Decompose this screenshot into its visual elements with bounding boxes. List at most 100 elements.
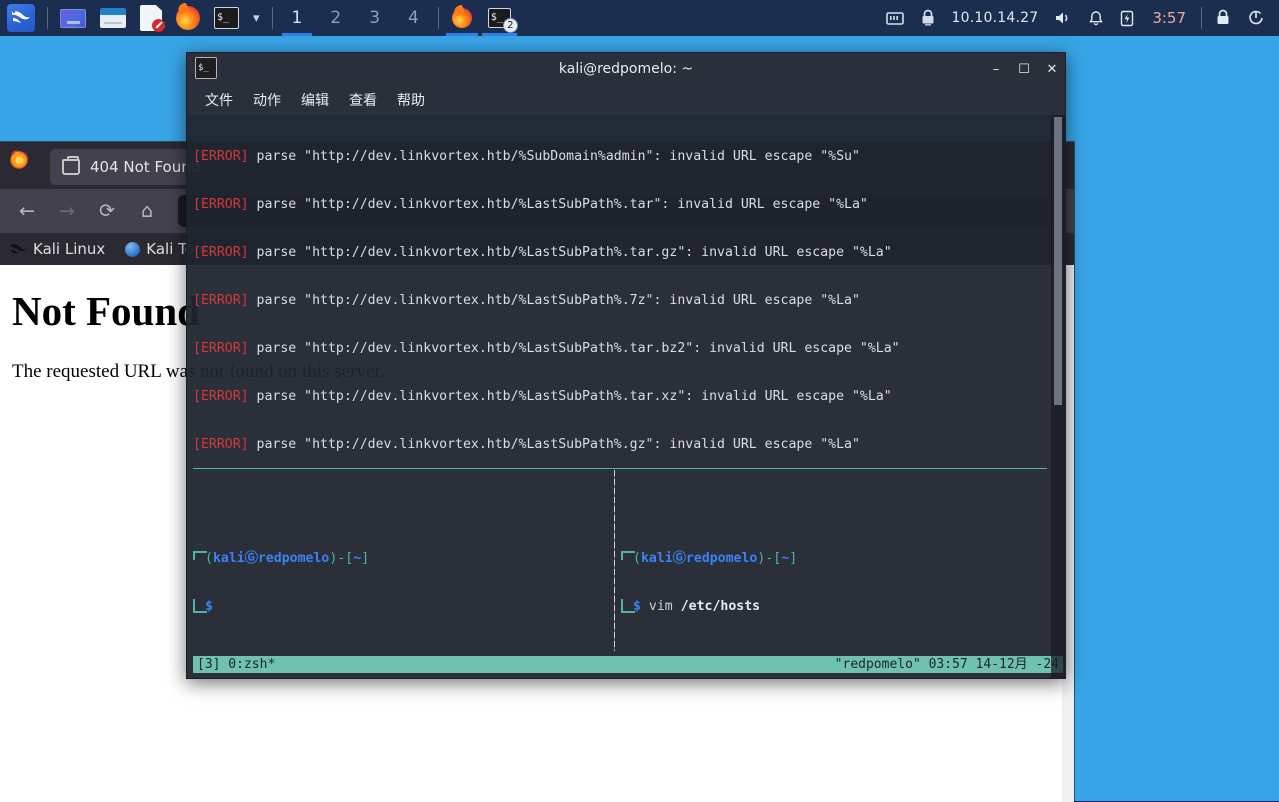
terminal-line: [ERROR] parse "http://dev.linkvortex.htb…: [193, 341, 1047, 357]
firefox-logo-icon: [8, 148, 30, 170]
firefox-launcher-button[interactable]: [169, 0, 207, 36]
terminal-launcher-button[interactable]: $_: [207, 0, 246, 36]
terminal-line: [ERROR] parse "http://dev.linkvortex.htb…: [193, 197, 1047, 213]
network-icon: [886, 11, 904, 26]
kali-tools-icon: [125, 242, 140, 257]
back-button[interactable]: ←: [10, 194, 44, 228]
lock-icon: [1215, 9, 1231, 27]
vpn-button[interactable]: [912, 9, 944, 27]
kali-dragon-icon: [10, 242, 27, 256]
menu-view[interactable]: 查看: [339, 88, 387, 112]
error-tag: [ERROR]: [193, 293, 249, 308]
menu-edit[interactable]: 编辑: [291, 88, 339, 112]
notifications-button[interactable]: [1080, 10, 1112, 27]
prompt-paren: (: [633, 551, 641, 566]
tmux-status-left: [3] 0:zsh*: [197, 656, 275, 673]
network-button[interactable]: [878, 11, 912, 26]
terminal-titlebar[interactable]: $_ kali@redpomelo: ~ – ☐ ✕: [187, 53, 1065, 85]
taskbar: $_ ▾ 1 2 3 4 $_ 2: [0, 0, 1279, 36]
firefox-icon: [176, 6, 200, 30]
bookmark-label: Kali Linux: [33, 240, 105, 258]
page-favicon-icon: [62, 159, 80, 175]
close-button[interactable]: ✕: [1045, 62, 1059, 77]
terminal-body[interactable]: [ERROR] parse "http://dev.linkvortex.htb…: [187, 115, 1065, 678]
prompt-paren: (: [205, 551, 213, 566]
terminal-icon: $_: [214, 7, 239, 29]
prompt-host: redpomelo: [258, 551, 329, 566]
battery-icon: [1120, 10, 1134, 27]
system-tray: 10.10.14.27 3:57: [878, 0, 1279, 36]
volume-button[interactable]: [1046, 10, 1080, 26]
terminal-pane-bottom-left[interactable]: (kaliⒼredpomelo)-[~] $: [193, 487, 608, 650]
firefox-window-button[interactable]: [444, 0, 480, 36]
file-manager-icon: [100, 8, 126, 28]
home-button[interactable]: ⌂: [130, 194, 164, 228]
error-text: parse "http://dev.linkvortex.htb/%LastSu…: [249, 245, 892, 260]
pane-vertical-divider[interactable]: [614, 470, 615, 651]
text-editor-icon: [140, 5, 162, 31]
terminal-line: [ERROR] parse "http://dev.linkvortex.htb…: [193, 293, 1047, 309]
forward-button[interactable]: →: [50, 194, 84, 228]
window-controls: – ☐ ✕: [989, 53, 1059, 85]
taskbar-separator: [47, 7, 48, 29]
terminal-line: [ERROR] parse "http://dev.linkvortex.htb…: [193, 437, 1047, 453]
terminal-window[interactable]: $_ kali@redpomelo: ~ – ☐ ✕ 文件 动作 编辑 查看 帮…: [186, 52, 1066, 679]
logout-button[interactable]: [1239, 9, 1273, 27]
terminal-menubar: 文件 动作 编辑 查看 帮助: [187, 85, 1065, 115]
prompt-user: kali: [641, 551, 673, 566]
tmux-status-right: "redpomelo" 03:57 14-12月 -24: [835, 656, 1059, 673]
taskbar-separator: [438, 7, 439, 29]
pane-horizontal-divider[interactable]: [193, 468, 1047, 469]
lock-button[interactable]: [1207, 9, 1239, 27]
error-text: parse "http://dev.linkvortex.htb/%LastSu…: [249, 197, 868, 212]
workspace-4[interactable]: 4: [394, 0, 433, 36]
reload-button[interactable]: ⟳: [90, 194, 124, 228]
volume-icon: [1054, 10, 1072, 26]
power-logout-icon: [1247, 9, 1265, 27]
shell-prompt: (kaliⒼredpomelo)-[~] $: [193, 519, 608, 647]
prompt-user: kali: [213, 551, 245, 566]
workspace-1[interactable]: 1: [278, 0, 317, 36]
menu-help[interactable]: 帮助: [387, 88, 435, 112]
prompt-dollar: $: [633, 599, 641, 614]
error-tag: [ERROR]: [193, 437, 249, 452]
terminal-pane-top[interactable]: [ERROR] parse "http://dev.linkvortex.htb…: [193, 115, 1047, 466]
file-manager-button[interactable]: [93, 0, 133, 36]
prompt-bracket: ]: [361, 551, 369, 566]
window-count-badge: 2: [503, 18, 518, 33]
maximize-button[interactable]: ☐: [1017, 62, 1031, 77]
minimize-button[interactable]: –: [989, 62, 1003, 77]
menu-file[interactable]: 文件: [195, 88, 243, 112]
vpn-lock-icon: [920, 9, 936, 27]
prompt-at-icon: Ⓖ: [245, 551, 258, 566]
terminal-line: [ERROR] parse "http://dev.linkvortex.htb…: [193, 149, 1047, 165]
terminal-scrollbar[interactable]: [1051, 115, 1065, 678]
ip-address[interactable]: 10.10.14.27: [944, 10, 1047, 26]
terminal-glyph: $_: [491, 13, 503, 23]
tmux-status-bar: [3] 0:zsh* "redpomelo" 03:57 14-12月 -24: [193, 656, 1063, 673]
error-tag: [ERROR]: [193, 197, 249, 212]
workspace-switcher-button[interactable]: [53, 0, 93, 36]
terminal-window-button[interactable]: $_ 2: [480, 0, 519, 36]
error-tag: [ERROR]: [193, 245, 249, 260]
error-tag: [ERROR]: [193, 149, 249, 164]
workspace-2[interactable]: 2: [316, 0, 355, 36]
terminal-pane-bottom-right[interactable]: (kaliⒼredpomelo)-[~] $ vim /etc/hosts (k…: [621, 487, 1047, 650]
battery-button[interactable]: [1112, 10, 1142, 27]
shell-prompt: (kaliⒼredpomelo)-[~] $ vim /etc/hosts: [621, 519, 1047, 647]
bookmark-kali-linux[interactable]: Kali Linux: [10, 240, 105, 258]
kali-menu-button[interactable]: [0, 0, 42, 36]
text-editor-button[interactable]: [133, 0, 169, 36]
scrollbar-thumb[interactable]: [1054, 117, 1062, 405]
taskbar-more-button[interactable]: ▾: [246, 0, 267, 36]
clock[interactable]: 3:57: [1142, 9, 1196, 27]
terminal-line: [ERROR] parse "http://dev.linkvortex.htb…: [193, 389, 1047, 405]
chevron-down-icon: ▾: [253, 11, 260, 26]
prompt-path: ~: [781, 551, 789, 566]
firefox-icon: [452, 8, 472, 28]
terminal-glyph: $_: [217, 13, 229, 23]
workspace-3[interactable]: 3: [355, 0, 394, 36]
menu-actions[interactable]: 动作: [243, 88, 291, 112]
workspace-switcher-icon: [60, 9, 86, 28]
terminal-icon: $_: [195, 57, 217, 79]
